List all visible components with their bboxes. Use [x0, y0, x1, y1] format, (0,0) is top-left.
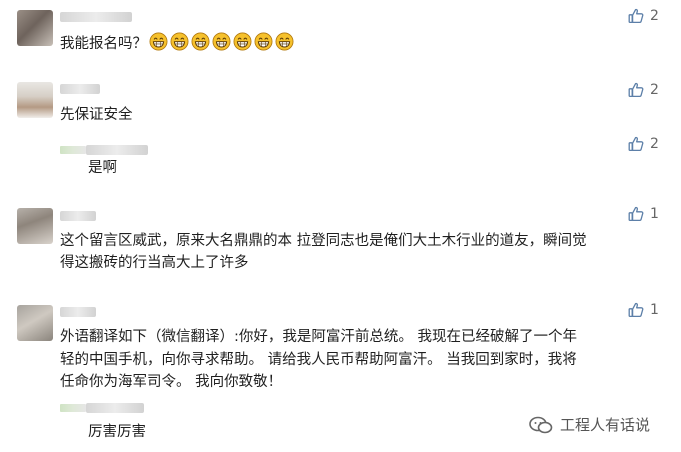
commenter-name: [60, 307, 96, 317]
comment-text-content: 我能报名吗？: [60, 36, 147, 52]
like-button[interactable]: 2: [628, 136, 659, 152]
commenter-name: [60, 211, 96, 221]
thumbs-up-icon: [628, 302, 644, 318]
comment-line: 外语翻译如下（微信翻译）:你好，我是阿富汗前总统。 我现在已经破解了一个年: [60, 329, 577, 345]
grin-emoji: [149, 32, 168, 51]
comment-line: 这个留言区威武，原来大名鼎鼎的本 拉登同志也是俺们大土木行业的道友，瞬间觉: [60, 233, 587, 249]
like-button[interactable]: 1: [628, 206, 659, 222]
reply-author-name: [86, 403, 144, 413]
like-button[interactable]: 2: [628, 8, 659, 24]
grin-emoji: [191, 32, 210, 51]
reply-text: 是啊: [88, 160, 117, 176]
grin-emoji: [170, 32, 189, 51]
avatar[interactable]: [17, 82, 53, 118]
like-count: 2: [650, 136, 659, 152]
like-button[interactable]: 1: [628, 302, 659, 318]
thumbs-up-icon: [628, 82, 644, 98]
emoji-row: [147, 32, 294, 52]
watermark-text: 工程人有话说: [560, 416, 651, 434]
commenter-name: [60, 12, 132, 22]
reply-author-name: [86, 145, 148, 155]
avatar[interactable]: [17, 10, 53, 46]
thumbs-up-icon: [628, 206, 644, 222]
commenter-name: [60, 84, 100, 94]
account-watermark: 工程人有话说: [528, 414, 650, 435]
grin-emoji: [212, 32, 231, 51]
comment-line: 任命你为海军司令。 我向你致敬！: [60, 374, 283, 390]
thumbs-up-icon: [628, 136, 644, 152]
avatar[interactable]: [17, 208, 53, 244]
reply-author-mark: [60, 146, 86, 154]
like-count: 2: [650, 8, 659, 24]
like-count: 1: [650, 302, 659, 318]
comment-line: 轻的中国手机，向你寻求帮助。 请给我人民币帮助阿富汗。 当我回到家时，我将: [60, 352, 577, 368]
reply-author-mark: [60, 404, 86, 412]
grin-emoji: [254, 32, 273, 51]
like-button[interactable]: 2: [628, 82, 659, 98]
comment-line: 得这搬砖的行当高大上了许多: [60, 255, 249, 271]
wechat-account-icon: [529, 416, 553, 433]
grin-emoji: [233, 32, 252, 51]
comment-text: 先保证安全: [60, 107, 133, 123]
like-count: 1: [650, 206, 659, 222]
grin-emoji: [275, 32, 294, 51]
avatar[interactable]: [17, 305, 53, 341]
comment-text: 我能报名吗？: [60, 32, 294, 55]
thumbs-up-icon: [628, 8, 644, 24]
like-count: 2: [650, 82, 659, 98]
reply-text: 厉害厉害: [88, 424, 146, 440]
